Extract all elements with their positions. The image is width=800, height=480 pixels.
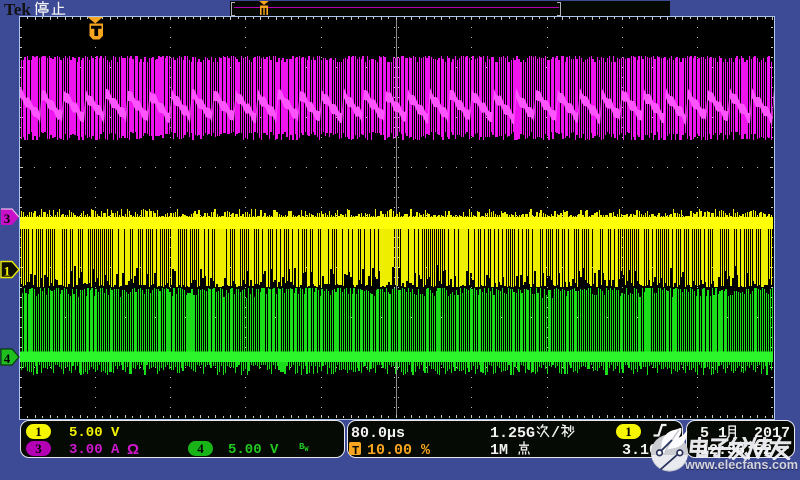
- svg-text:4: 4: [4, 351, 11, 366]
- svg-text:1: 1: [4, 264, 11, 279]
- svg-text:3: 3: [4, 211, 11, 226]
